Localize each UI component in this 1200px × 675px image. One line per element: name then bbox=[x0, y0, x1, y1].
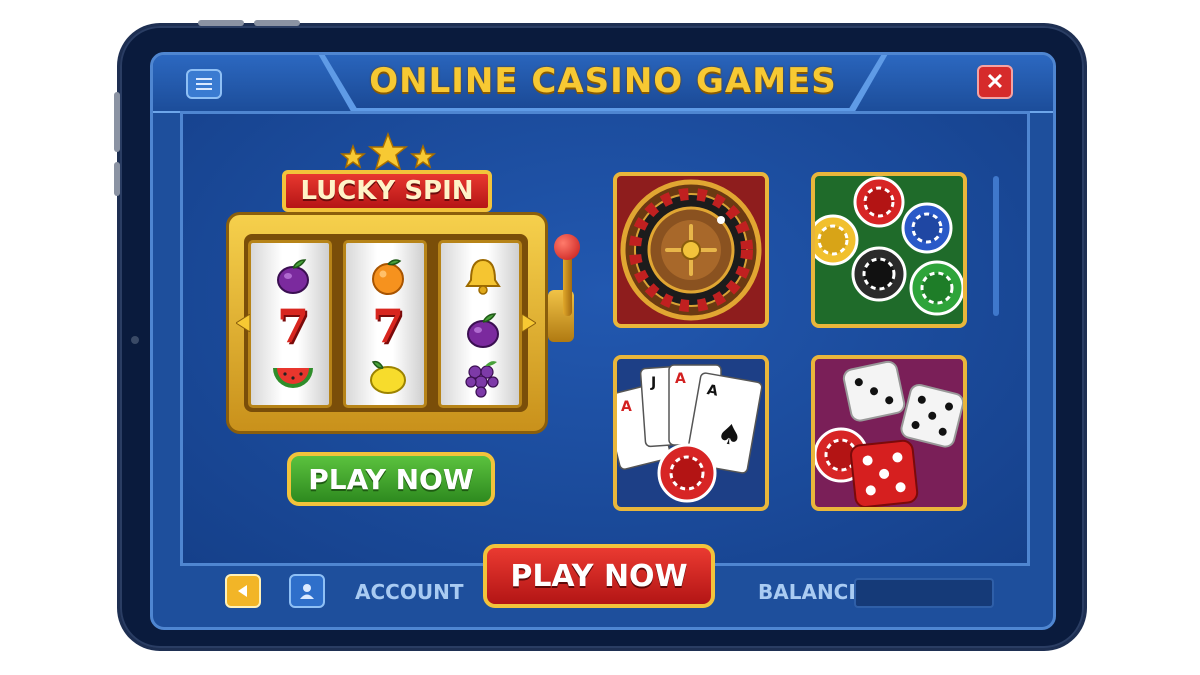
reel-pointer-left-icon bbox=[236, 314, 250, 332]
seven-icon: 7 bbox=[346, 299, 430, 353]
scrollbar[interactable] bbox=[993, 176, 999, 316]
slot-lever-knob[interactable] bbox=[554, 234, 580, 260]
tablet-top-button bbox=[254, 20, 300, 26]
seven-glyph: 7 bbox=[371, 299, 404, 353]
slot-reel-2: 7 bbox=[343, 240, 427, 408]
tablet-top-button bbox=[198, 20, 244, 26]
slot-play-now-button[interactable]: PLAY NOW bbox=[287, 452, 495, 506]
stars-icon bbox=[339, 132, 437, 171]
game-tile-dice[interactable] bbox=[811, 355, 967, 511]
casino-chips-icon bbox=[815, 176, 963, 316]
hamburger-menu-icon-line bbox=[196, 88, 212, 90]
roulette-wheel-icon bbox=[620, 179, 762, 321]
close-button[interactable]: ✕ bbox=[977, 65, 1013, 99]
game-tile-cards[interactable]: A J A A ♠ bbox=[613, 355, 769, 511]
back-button[interactable] bbox=[225, 574, 261, 608]
tablet-camera bbox=[131, 336, 139, 344]
page-title: ONLINE CASINO GAMES bbox=[369, 61, 837, 101]
header-bar: ONLINE CASINO GAMES ✕ bbox=[153, 55, 1053, 113]
reel-pointer-right-icon bbox=[522, 314, 536, 332]
back-arrow-icon bbox=[238, 585, 247, 597]
watermelon-icon bbox=[251, 351, 335, 405]
seven-glyph: 7 bbox=[276, 299, 309, 353]
svg-text:J: J bbox=[650, 375, 656, 391]
account-button[interactable] bbox=[289, 574, 325, 608]
orange-icon bbox=[346, 249, 430, 303]
grapes-icon bbox=[441, 351, 525, 405]
game-tile-roulette[interactable] bbox=[613, 172, 769, 328]
playing-cards-icon: A J A A ♠ bbox=[617, 364, 763, 503]
hamburger-menu-icon-line bbox=[196, 83, 212, 85]
plum-icon bbox=[251, 249, 335, 303]
svg-text:A: A bbox=[621, 399, 632, 415]
slot-machine-sign: LUCKY SPIN bbox=[282, 170, 492, 212]
dice-icon bbox=[815, 360, 963, 507]
slot-reel-3 bbox=[438, 240, 522, 408]
game-tile-chips[interactable] bbox=[811, 172, 967, 328]
tablet-side-button bbox=[114, 162, 120, 196]
bell-icon bbox=[441, 249, 525, 303]
seven-icon: 7 bbox=[251, 299, 335, 353]
hamburger-menu-icon bbox=[196, 78, 212, 80]
balance-value bbox=[854, 578, 994, 608]
close-icon: ✕ bbox=[985, 69, 1005, 94]
tablet-side-button bbox=[114, 92, 120, 152]
play-now-button[interactable]: PLAY NOW bbox=[483, 544, 715, 608]
svg-text:A: A bbox=[675, 371, 686, 387]
user-icon bbox=[300, 584, 314, 599]
slot-reel-1: 7 bbox=[248, 240, 332, 408]
balance-label: BALANCE bbox=[758, 580, 863, 604]
account-label[interactable]: ACCOUNT bbox=[355, 580, 463, 604]
menu-button[interactable] bbox=[186, 69, 222, 99]
plum-icon bbox=[441, 303, 525, 357]
lemon-icon bbox=[346, 351, 430, 405]
